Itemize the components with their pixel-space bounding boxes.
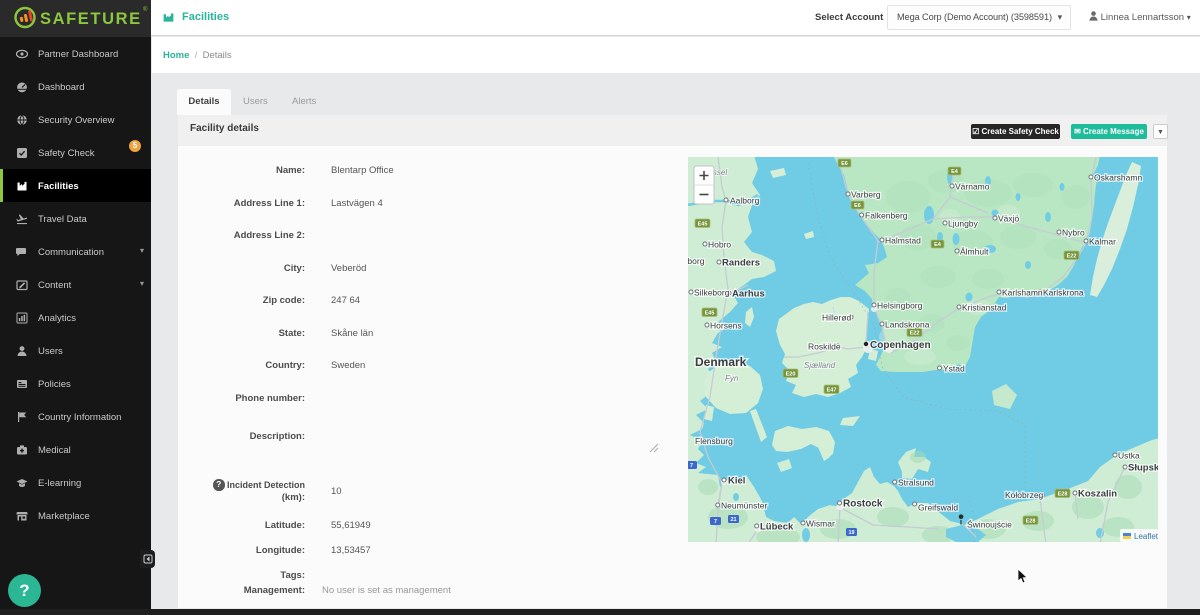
svg-text:E45: E45 xyxy=(705,311,715,317)
svg-text:E22: E22 xyxy=(1067,254,1077,260)
svg-text:Flensburg: Flensburg xyxy=(695,436,733,446)
svg-text:Koszalin: Koszalin xyxy=(1078,489,1117,500)
svg-text:Viborg: Viborg xyxy=(688,256,705,266)
svg-text:Lübeck: Lübeck xyxy=(760,522,794,533)
svg-text:E22: E22 xyxy=(910,331,920,337)
svg-text:Aarhus: Aarhus xyxy=(732,289,765,300)
svg-text:Silkeborg: Silkeborg xyxy=(694,288,730,298)
svg-text:Denmark: Denmark xyxy=(695,355,747,369)
svg-text:Sjælland: Sjælland xyxy=(804,361,836,370)
svg-text:Horsens: Horsens xyxy=(710,321,742,331)
svg-text:Ystad: Ystad xyxy=(943,364,965,374)
svg-text:Ljungby: Ljungby xyxy=(948,219,979,229)
svg-text:Aalborg: Aalborg xyxy=(730,196,760,206)
svg-text:Varberg: Varberg xyxy=(851,190,881,200)
svg-text:E6: E6 xyxy=(841,161,848,167)
svg-text:Falkenberg: Falkenberg xyxy=(865,211,908,221)
svg-text:7: 7 xyxy=(690,463,693,469)
svg-text:E28: E28 xyxy=(1026,519,1036,525)
svg-text:Älmhult: Älmhult xyxy=(960,247,989,257)
svg-text:Rostock: Rostock xyxy=(843,499,883,510)
svg-text:Greifswald: Greifswald xyxy=(918,503,958,513)
svg-text:Kiel: Kiel xyxy=(728,476,745,487)
svg-text:Halmstad: Halmstad xyxy=(885,236,921,246)
svg-text:Oskarshamn: Oskarshamn xyxy=(1094,173,1142,183)
svg-text:Värnamo: Värnamo xyxy=(955,182,990,192)
svg-text:Słupsk: Słupsk xyxy=(1128,463,1158,474)
svg-text:Kołobrzeg: Kołobrzeg xyxy=(1005,490,1044,500)
svg-text:19: 19 xyxy=(848,530,854,536)
svg-text:7: 7 xyxy=(714,519,717,525)
svg-text:E20: E20 xyxy=(786,372,796,378)
svg-text:Ustka: Ustka xyxy=(1118,451,1140,461)
svg-text:®: ® xyxy=(143,6,148,13)
svg-text:E47: E47 xyxy=(827,388,837,394)
svg-text:E28: E28 xyxy=(1058,492,1068,498)
svg-text:E45: E45 xyxy=(698,222,708,228)
svg-text:Landskrona: Landskrona xyxy=(885,320,930,330)
svg-text:Świnoujście: Świnoujście xyxy=(967,519,1012,530)
svg-text:Helsingborg: Helsingborg xyxy=(877,301,923,311)
svg-text:Roskilde: Roskilde xyxy=(808,342,841,352)
svg-text:Fyn: Fyn xyxy=(725,374,739,383)
svg-text:E6: E6 xyxy=(854,203,861,209)
svg-text:SAFETURE: SAFETURE xyxy=(40,10,142,28)
svg-text:Kalmar: Kalmar xyxy=(1089,237,1116,247)
svg-text:Hillerød: Hillerød xyxy=(822,313,852,323)
svg-text:Nybro: Nybro xyxy=(1062,228,1085,238)
svg-text:Karlshamn: Karlshamn xyxy=(1002,288,1043,298)
svg-text:Copenhagen: Copenhagen xyxy=(870,340,931,351)
svg-text:Randers: Randers xyxy=(722,258,760,269)
svg-text:21: 21 xyxy=(730,517,736,523)
svg-text:Wismar: Wismar xyxy=(806,519,835,529)
svg-text:Kristianstad: Kristianstad xyxy=(962,303,1007,313)
svg-text:E4: E4 xyxy=(951,169,959,175)
svg-text:Stralsund: Stralsund xyxy=(898,478,934,488)
svg-text:Hobro: Hobro xyxy=(708,240,731,250)
svg-text:Karlskrona: Karlskrona xyxy=(1043,288,1084,298)
svg-text:Växjö: Växjö xyxy=(998,214,1020,224)
svg-text:E4: E4 xyxy=(934,242,942,248)
svg-text:Neumünster: Neumünster xyxy=(721,501,767,511)
svg-text:Leaflet: Leaflet xyxy=(1134,532,1158,541)
